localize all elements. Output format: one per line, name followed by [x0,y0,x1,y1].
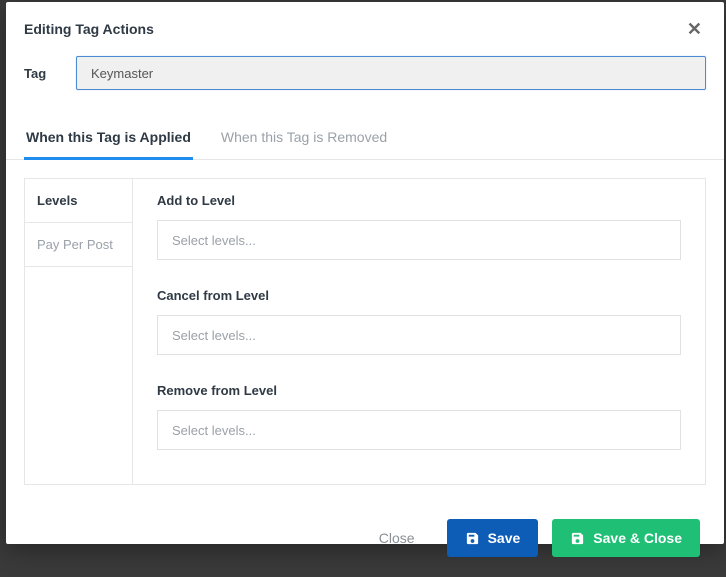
close-icon[interactable]: ✕ [683,18,706,40]
save-close-icon [570,531,585,546]
tab-removed[interactable]: When this Tag is Removed [219,117,389,160]
cancel-from-level-select[interactable]: Select levels... [157,315,681,355]
remove-from-level-label: Remove from Level [157,383,681,398]
close-button-label: Close [379,530,415,546]
modal-header: Editing Tag Actions ✕ [6,2,724,46]
field-add-to-level: Add to Level Select levels... [157,193,681,260]
remove-from-level-select[interactable]: Select levels... [157,410,681,450]
remove-from-level-placeholder: Select levels... [172,423,256,438]
field-cancel-from-level: Cancel from Level Select levels... [157,288,681,355]
close-button[interactable]: Close [361,519,433,557]
modal-body: Levels Pay Per Post Add to Level Select … [6,160,724,503]
save-icon [465,531,480,546]
tab-applied[interactable]: When this Tag is Applied [24,117,193,160]
edit-tag-actions-modal: Editing Tag Actions ✕ Tag When this Tag … [6,2,724,544]
sidebar-item-levels[interactable]: Levels [25,179,132,223]
sidebar-item-payperpost[interactable]: Pay Per Post [25,223,132,267]
tag-label: Tag [24,66,58,81]
tag-name-input[interactable] [76,56,706,90]
save-button[interactable]: Save [447,519,539,557]
add-to-level-label: Add to Level [157,193,681,208]
cancel-from-level-label: Cancel from Level [157,288,681,303]
save-button-label: Save [488,530,521,546]
save-close-button[interactable]: Save & Close [552,519,700,557]
add-to-level-placeholder: Select levels... [172,233,256,248]
main-panel: Add to Level Select levels... Cancel fro… [132,178,706,485]
modal-footer: Close Save Save & Close [6,503,724,577]
side-panel: Levels Pay Per Post [24,178,132,485]
tag-row: Tag [6,46,724,116]
tabs: When this Tag is Applied When this Tag i… [6,116,724,160]
modal-title: Editing Tag Actions [24,21,154,37]
save-close-button-label: Save & Close [593,530,682,546]
field-remove-from-level: Remove from Level Select levels... [157,383,681,450]
cancel-from-level-placeholder: Select levels... [172,328,256,343]
add-to-level-select[interactable]: Select levels... [157,220,681,260]
